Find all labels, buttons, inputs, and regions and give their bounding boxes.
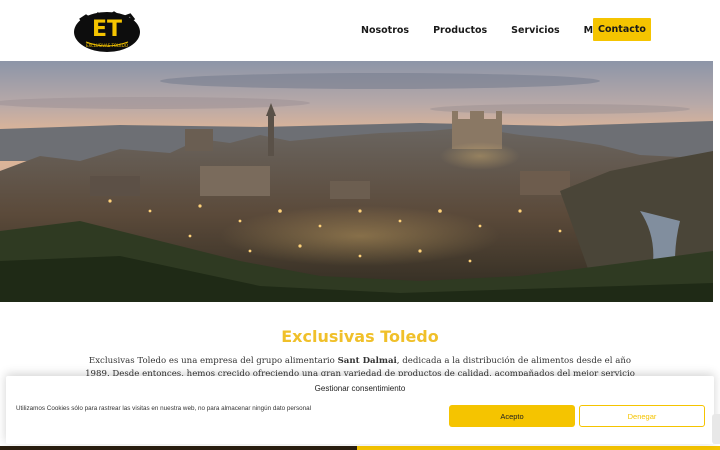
- cookie-consent-banner: Gestionar consentimiento Utilizamos Cook…: [6, 376, 714, 444]
- nav-productos[interactable]: Productos: [433, 25, 487, 36]
- svg-text:ET: ET: [92, 17, 122, 42]
- nav-nosotros[interactable]: Nosotros: [361, 25, 409, 36]
- accept-cookies-button[interactable]: Acepto: [449, 405, 575, 427]
- footer-image-strip: [0, 446, 357, 450]
- intro-brand: Sant Dalmai: [337, 356, 397, 366]
- intro-text-1: Exclusivas Toledo es una empresa del gru…: [88, 356, 338, 366]
- contact-button[interactable]: Contacto: [593, 18, 651, 41]
- cookie-title: Gestionar consentimiento: [314, 384, 406, 393]
- svg-text:EXCLUSIVAS TOLEDO: EXCLUSIVAS TOLEDO: [86, 43, 128, 48]
- section-title: Exclusivas Toledo: [281, 327, 439, 346]
- side-tab[interactable]: [712, 414, 720, 444]
- nav-servicios[interactable]: Servicios: [511, 25, 560, 36]
- cookie-text: Utilizamos Cookies sólo para rastrear la…: [16, 405, 312, 412]
- site-logo[interactable]: ET EXCLUSIVAS TOLEDO: [72, 6, 142, 54]
- site-header: ET EXCLUSIVAS TOLEDO Nosotros Productos …: [0, 0, 720, 60]
- footer-accent-strip: [357, 446, 720, 450]
- hero-image: [0, 61, 713, 302]
- deny-cookies-button[interactable]: Denegar: [579, 405, 705, 427]
